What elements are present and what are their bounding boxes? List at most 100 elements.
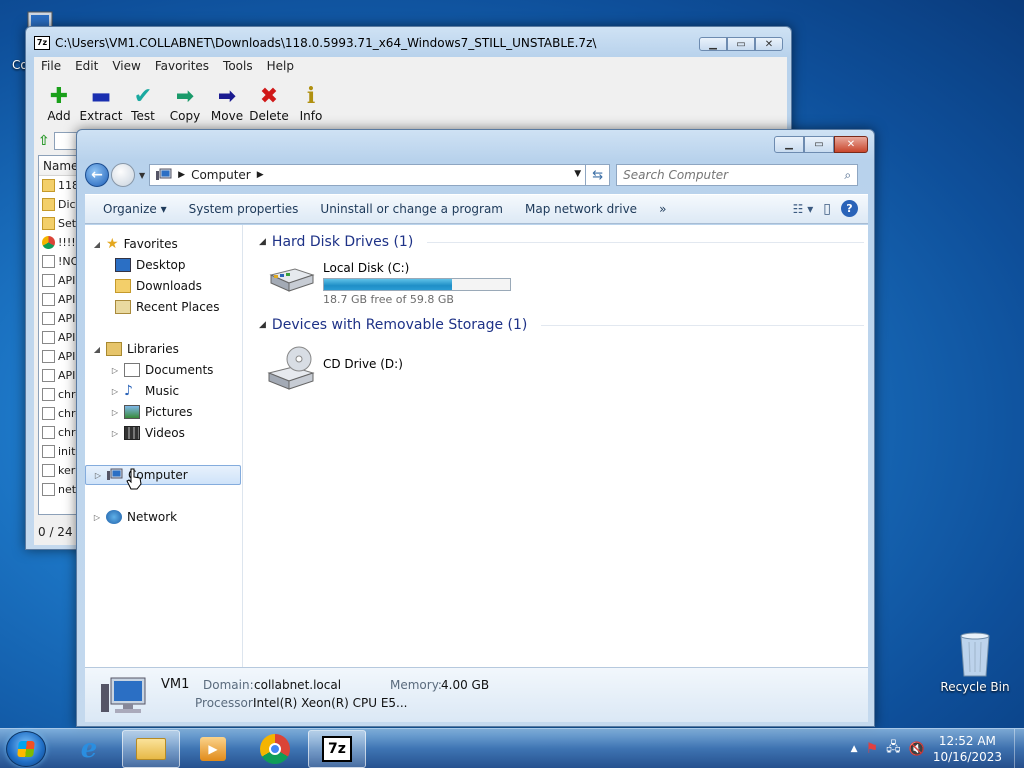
nav-computer[interactable]: ▷ Computer bbox=[85, 465, 241, 485]
taskbar-explorer[interactable] bbox=[122, 730, 180, 768]
recent-pages-dropdown[interactable]: ▼ bbox=[139, 171, 145, 180]
music-icon: ♪ bbox=[124, 383, 133, 399]
network-status-icon[interactable]: 🖧 bbox=[886, 738, 901, 760]
collapse-triangle-icon[interactable]: ◢ bbox=[259, 320, 266, 330]
desktop-icon-recycle-bin[interactable]: Recycle Bin bbox=[938, 630, 1012, 694]
test-button[interactable]: ✔ Test bbox=[122, 75, 164, 127]
more-commands-button[interactable]: » bbox=[651, 198, 674, 220]
address-bar[interactable]: ▶ Computer ▶ ▼ bbox=[149, 164, 587, 186]
nav-libraries[interactable]: ◢ Libraries bbox=[93, 339, 179, 359]
menu-help[interactable]: Help bbox=[260, 57, 301, 75]
domain-value: collabnet.local bbox=[254, 678, 342, 692]
cd-drive-name: CD Drive (D:) bbox=[323, 357, 403, 371]
show-hidden-icons-icon[interactable]: ▲ bbox=[851, 744, 858, 754]
nav-libraries-label: Libraries bbox=[127, 342, 179, 356]
nav-pictures[interactable]: ▷ Pictures bbox=[111, 402, 193, 422]
details-pane: VM1 Domain: collabnet.local Memory: 4.00… bbox=[85, 667, 868, 722]
preview-pane-icon[interactable]: ▯ bbox=[823, 201, 831, 217]
nav-videos[interactable]: ▷ Videos bbox=[111, 423, 185, 443]
taskbar-media-player[interactable]: ▶ bbox=[184, 730, 242, 768]
volume-muted-icon[interactable]: 🔇 bbox=[909, 742, 925, 757]
navigation-pane[interactable]: ◢ ★ Favorites Desktop Downloads Recent P… bbox=[85, 225, 243, 667]
local-disk-item[interactable]: Local Disk (C:) 18.7 GB free of 59.8 GB bbox=[267, 261, 511, 306]
forward-button[interactable] bbox=[111, 163, 135, 187]
close-button[interactable]: ✕ bbox=[755, 37, 783, 51]
menu-favorites[interactable]: Favorites bbox=[148, 57, 216, 75]
nav-music[interactable]: ▷ ♪ Music bbox=[111, 381, 179, 401]
close-button[interactable]: ✕ bbox=[834, 136, 868, 153]
folder-icon bbox=[42, 217, 55, 230]
breadcrumb-computer[interactable]: Computer bbox=[191, 168, 251, 182]
local-disk-info: Local Disk (C:) 18.7 GB free of 59.8 GB bbox=[323, 261, 511, 306]
expand-triangle-icon[interactable]: ▷ bbox=[94, 471, 102, 480]
menu-edit[interactable]: Edit bbox=[68, 57, 105, 75]
sevenzip-menubar: File Edit View Favorites Tools Help bbox=[34, 57, 787, 75]
address-dropdown-icon[interactable]: ▼ bbox=[574, 169, 581, 179]
minimize-button[interactable]: ▁ bbox=[774, 136, 804, 153]
collapse-triangle-icon[interactable]: ◢ bbox=[259, 237, 266, 247]
group-hard-disk-drives[interactable]: ◢ Hard Disk Drives (1) bbox=[259, 234, 864, 250]
copy-button[interactable]: ➡ Copy bbox=[164, 75, 206, 127]
maximize-button[interactable]: ▭ bbox=[804, 136, 834, 153]
extract-button[interactable]: ▬ Extract bbox=[80, 75, 123, 127]
group-removable-title: Devices with Removable Storage (1) bbox=[271, 317, 528, 333]
nav-recent-places[interactable]: Recent Places bbox=[115, 297, 219, 317]
system-properties-button[interactable]: System properties bbox=[181, 198, 307, 220]
add-button[interactable]: ✚ Add bbox=[38, 75, 80, 127]
menu-file[interactable]: File bbox=[34, 57, 68, 75]
info-button[interactable]: i Info bbox=[290, 75, 332, 127]
nav-favorites[interactable]: ◢ ★ Favorites bbox=[93, 234, 178, 254]
breadcrumb-chevron-icon[interactable]: ▶ bbox=[178, 170, 185, 180]
folder-icon bbox=[136, 738, 166, 760]
nav-pictures-label: Pictures bbox=[145, 405, 193, 419]
collapse-triangle-icon[interactable]: ◢ bbox=[93, 345, 101, 354]
organize-button[interactable]: Organize ▾ bbox=[95, 198, 175, 220]
change-view-icon[interactable]: ☷ ▾ bbox=[793, 202, 814, 216]
check-icon: ✔ bbox=[133, 83, 153, 109]
content-pane: ◢ Hard Disk Drives (1) Local Disk (C:) 1… bbox=[251, 225, 868, 667]
nav-network[interactable]: ▷ Network bbox=[93, 507, 177, 527]
nav-desktop[interactable]: Desktop bbox=[115, 255, 186, 275]
cd-drive-item[interactable]: CD Drive (D:) bbox=[267, 345, 403, 391]
sevenzip-logo-icon: 7z bbox=[34, 36, 50, 50]
up-folder-icon[interactable]: ⇧ bbox=[38, 133, 50, 149]
action-center-flag-icon[interactable]: ⚑ bbox=[866, 741, 879, 757]
expand-triangle-icon[interactable]: ▷ bbox=[111, 387, 119, 396]
help-icon[interactable]: ? bbox=[841, 200, 858, 217]
test-label: Test bbox=[131, 109, 155, 123]
map-network-drive-button[interactable]: Map network drive bbox=[517, 198, 645, 220]
start-button[interactable] bbox=[6, 731, 46, 767]
menu-view[interactable]: View bbox=[105, 57, 147, 75]
minimize-button[interactable]: ▁ bbox=[699, 37, 727, 51]
maximize-button[interactable]: ▭ bbox=[727, 37, 755, 51]
expand-triangle-icon[interactable]: ▷ bbox=[111, 408, 119, 417]
expand-triangle-icon[interactable]: ▷ bbox=[111, 429, 119, 438]
show-desktop-button[interactable] bbox=[1014, 729, 1024, 768]
computer-icon bbox=[107, 468, 123, 480]
taskbar-chrome[interactable] bbox=[246, 730, 304, 768]
expand-triangle-icon[interactable]: ▷ bbox=[93, 513, 101, 522]
info-icon: i bbox=[306, 83, 316, 109]
expand-triangle-icon[interactable]: ▷ bbox=[111, 366, 119, 375]
refresh-button[interactable]: ⇆ bbox=[586, 164, 611, 186]
taskbar-ie[interactable]: e bbox=[60, 730, 118, 768]
file-icon bbox=[42, 293, 55, 306]
info-label: Info bbox=[299, 109, 323, 123]
search-input[interactable] bbox=[623, 168, 824, 182]
move-button[interactable]: ➡ Move bbox=[206, 75, 248, 127]
uninstall-program-button[interactable]: Uninstall or change a program bbox=[312, 198, 511, 220]
group-removable-storage[interactable]: ◢ Devices with Removable Storage (1) bbox=[259, 317, 864, 333]
back-button[interactable]: ← bbox=[85, 163, 109, 187]
nav-documents[interactable]: ▷ Documents bbox=[111, 360, 213, 380]
breadcrumb-chevron-icon[interactable]: ▶ bbox=[257, 170, 264, 180]
search-box[interactable]: ⌕ bbox=[616, 164, 859, 186]
list-item-label: API bbox=[58, 312, 76, 325]
nav-recent-places-label: Recent Places bbox=[136, 300, 220, 314]
clock[interactable]: 12:52 AM 10/16/2023 bbox=[933, 733, 1002, 765]
search-icon[interactable]: ⌕ bbox=[844, 168, 851, 183]
delete-button[interactable]: ✖ Delete bbox=[248, 75, 290, 127]
menu-tools[interactable]: Tools bbox=[216, 57, 260, 75]
collapse-triangle-icon[interactable]: ◢ bbox=[93, 240, 101, 249]
taskbar-7zip[interactable]: 7z bbox=[308, 730, 366, 768]
nav-downloads[interactable]: Downloads bbox=[115, 276, 202, 296]
